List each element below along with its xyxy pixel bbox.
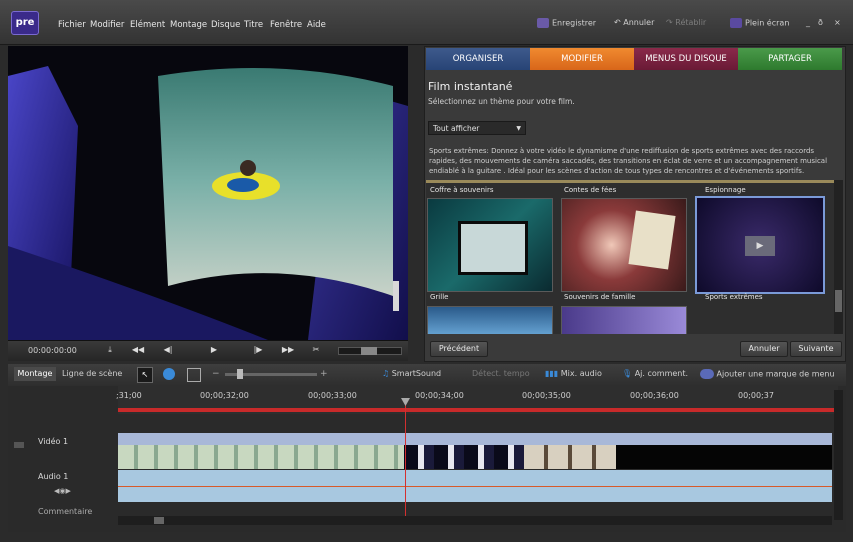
menu-fichier[interactable]: Fichier [58,20,86,30]
shuttle-slider[interactable] [338,347,402,355]
undo-button[interactable]: ↶ Annuler [614,18,654,27]
redo-icon: ↷ [666,18,673,27]
audio-mix-button[interactable]: ▮▮▮ Mix. audio [545,369,602,378]
undo-icon: ↶ [614,18,621,27]
track-label-audio-1: Audio 1 [38,472,69,481]
fullscreen-button[interactable]: Plein écran [730,18,789,28]
ruler-label-4: 00;00;34;00 [415,391,464,400]
properties-icon[interactable] [187,368,201,382]
play-icon: ▶ [745,236,775,256]
menu-marker-icon [700,369,714,379]
restore-button[interactable]: ð [818,18,823,27]
video-clip-2[interactable] [404,445,524,469]
zoom-in-icon[interactable]: + [320,369,328,379]
save-icon [537,18,549,28]
playhead[interactable] [405,400,406,516]
app-logo: pre [11,11,39,35]
video-clip-3[interactable] [524,445,616,469]
ruler-label-5: 00;00;35;00 [522,391,571,400]
timeline-horizontal-scrollbar[interactable] [118,516,832,525]
redo-button[interactable]: ↷ Rétablir [666,18,706,27]
audio-mix-icon: ▮▮▮ [545,369,559,378]
cancel-button[interactable]: Annuler [740,341,788,357]
next-button[interactable]: Suivante [790,341,842,357]
theme-label-top-1: Coffre à souvenirs [430,186,494,194]
minimize-button[interactable]: _ [806,18,810,27]
rewind-icon[interactable]: ◀◀ [128,344,148,356]
theme-filter-dropdown[interactable]: Tout afficher ▼ [428,121,526,135]
theme-label-top-3: Espionnage [705,186,746,194]
timeline-vertical-scrollbar[interactable] [834,390,843,520]
video-clip-1[interactable] [118,445,404,469]
theme-thumb-sports-extremes[interactable]: ▶ [695,196,825,294]
theme-grid: Coffre à souvenirs Contes de fées Espion… [426,180,834,334]
preview-frame-image [8,46,408,340]
menu-montage[interactable]: Montage [170,20,207,30]
timecode-display[interactable]: 00:00:00:00 [28,346,77,355]
chevron-down-icon: ▼ [516,125,521,132]
ruler-label-1: ;31;00 [116,391,142,400]
theme-thumb-row3-2[interactable] [561,306,687,334]
theme-label-grille: Grille [430,293,449,301]
step-forward-icon[interactable]: |▶ [248,344,268,356]
step-back-icon[interactable]: ◀| [158,344,178,356]
fast-forward-icon[interactable]: ▶▶ [278,344,298,356]
theme-description: Sports extrêmes: Donnez à votre vidéo le… [429,147,828,175]
panel-subtitle: Sélectionnez un thème pour votre film. [428,97,575,106]
theme-thumb-grille[interactable] [427,198,553,292]
theme-thumb-souvenirs[interactable] [561,198,687,292]
close-button[interactable]: × [834,18,841,27]
ruler-label-6: 00;00;36;00 [630,391,679,400]
tab-menus-du-disque[interactable]: MENUS DU DISQUE [634,48,738,70]
menu-modifier[interactable]: Modifier [90,20,124,30]
theme-label-souvenirs: Souvenirs de famille [564,293,636,301]
video-clip-4[interactable] [616,445,832,469]
view-scene-button[interactable]: Ligne de scène [62,369,122,378]
save-button[interactable]: Enregistrer [537,18,596,28]
monitor-preview[interactable] [8,46,408,340]
trim-icon[interactable]: ⤓ [100,344,120,356]
tab-partager[interactable]: PARTAGER [738,48,842,70]
zoom-out-icon[interactable]: − [212,369,220,379]
speaker-icon[interactable]: ◀◉▶ [54,487,71,495]
view-montage-button[interactable]: Montage [14,367,56,381]
tab-organiser[interactable]: ORGANISER [426,48,530,70]
ruler-label-7: 00;00;37 [738,391,774,400]
menu-fenetre[interactable]: Fenêtre [270,20,302,30]
theme-label-sports-extremes: Sports extrêmes [705,293,763,301]
add-comment-button[interactable]: 🎙 Aj. comment. [622,369,688,378]
play-icon[interactable]: ▶ [204,344,224,356]
ruler-label-2: 00;00;32;00 [200,391,249,400]
theme-thumb-row3-1[interactable] [427,306,553,334]
previous-button[interactable]: Précédent [430,341,488,357]
theme-label-top-2: Contes de fées [564,186,617,194]
zoom-slider[interactable] [225,369,317,379]
time-stretch-icon[interactable] [163,368,175,380]
track-label-video-1: Vidéo 1 [38,437,69,446]
menu-element[interactable]: Elément [130,20,165,30]
add-menu-marker-button[interactable]: Ajouter une marque de menu [700,369,835,379]
detect-tempo-button[interactable]: Détect. tempo [472,369,530,378]
menu-disque[interactable]: Disque [211,20,240,30]
audio-clip[interactable] [118,470,832,502]
smartsound-icon: ♫ [382,369,390,378]
video-track-header-band [118,433,832,445]
select-tool-icon[interactable]: ↖ [137,367,153,383]
track-label-commentaire: Commentaire [38,507,93,514]
track-toggle-icon[interactable] [14,442,24,448]
menu-bar [0,0,853,45]
tab-modifier[interactable]: MODIFIER [530,48,634,70]
menu-aide[interactable]: Aide [307,20,326,30]
microphone-icon: 🎙 [622,369,633,378]
panel-title: Film instantané [428,80,513,93]
work-area-bar[interactable] [118,408,834,412]
split-clip-icon[interactable]: ✂ [306,344,326,356]
theme-grid-scrollbar[interactable] [834,180,843,334]
ruler-label-3: 00;00;33;00 [308,391,357,400]
smartsound-button[interactable]: ♫ SmartSound [382,369,441,378]
fullscreen-icon [730,18,742,28]
menu-titre[interactable]: Titre [244,20,263,30]
